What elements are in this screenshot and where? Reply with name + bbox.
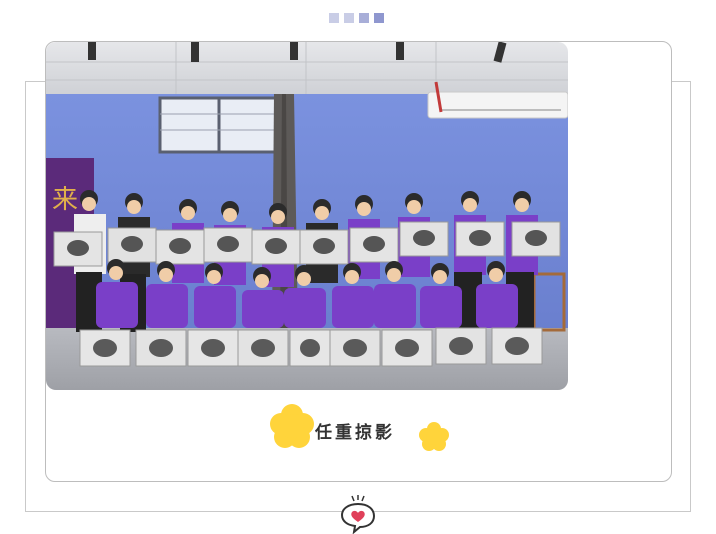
decor-dot: [344, 13, 354, 23]
caption-area: 任重掠影: [268, 402, 458, 457]
group-photo: 来: [46, 42, 568, 390]
yellow-flower-left-icon: [270, 404, 314, 448]
decor-dot: [374, 13, 384, 23]
photo-caption: 任重掠影: [315, 423, 395, 443]
banner-glyph: 来: [52, 185, 78, 215]
decor-dot: [359, 13, 369, 23]
yellow-flower-right-icon: [419, 422, 449, 451]
heart-speech-bubble-icon: [340, 495, 376, 534]
decor-dot: [329, 13, 339, 23]
decor-dots: [329, 13, 384, 23]
